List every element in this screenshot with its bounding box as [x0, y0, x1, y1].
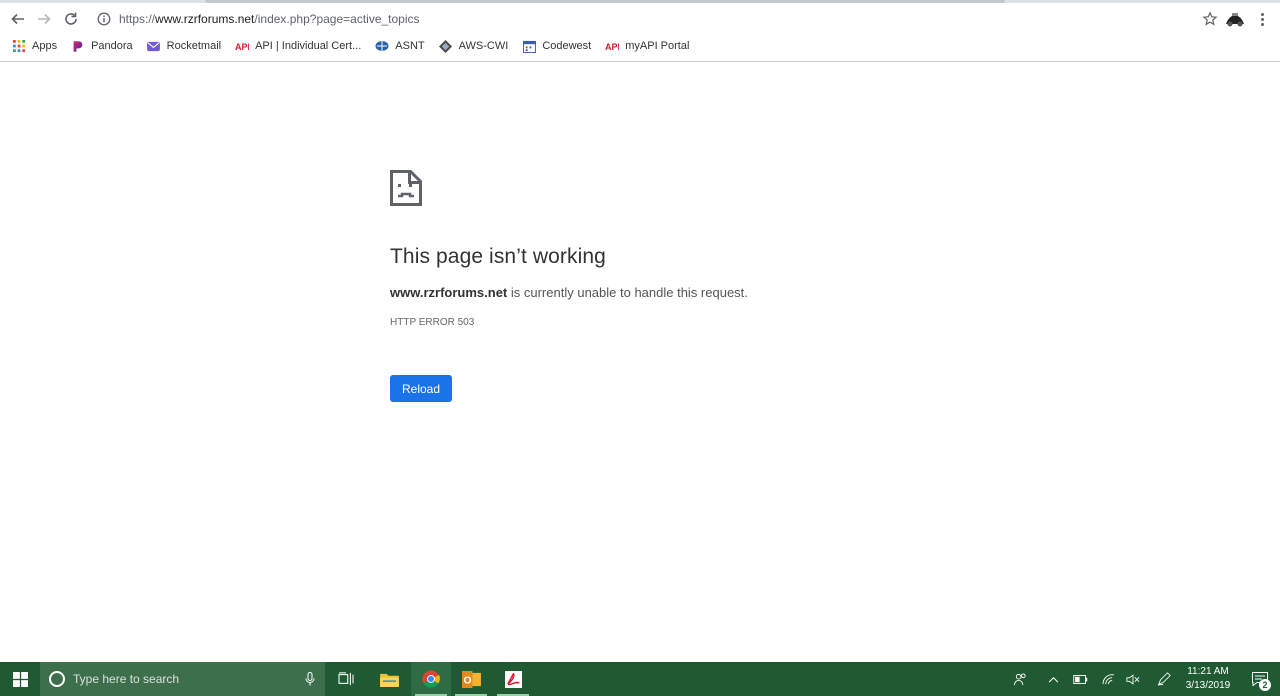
bookmark-label: myAPI Portal [625, 40, 690, 52]
profile-avatar-icon[interactable] [1224, 10, 1246, 28]
error-message: www.rzrforums.net is currently unable to… [390, 285, 748, 300]
refresh-icon [65, 12, 77, 25]
bookmark-star-icon[interactable] [1202, 11, 1218, 27]
taskbar-clock[interactable]: 11:21 AM 3/13/2019 [1180, 665, 1236, 693]
svg-text:O: O [463, 675, 471, 686]
start-button[interactable] [0, 662, 40, 696]
windows-taskbar: Type here to search O 11:21 AM 3/13/2019… [0, 662, 1280, 696]
task-view-icon [338, 672, 354, 686]
browser-chrome: https://www.rzrforums.net/index.php?page… [0, 0, 1280, 62]
chrome-taskbar-button[interactable] [411, 662, 451, 696]
chevron-up-icon [1048, 676, 1058, 682]
bookmark-api-individual-cert[interactable]: API API | Individual Cert... [235, 39, 361, 53]
reload-browser-button[interactable] [59, 7, 83, 31]
bookmark-codewest[interactable]: Codewest [522, 39, 591, 53]
notification-count-badge: 2 [1259, 679, 1271, 691]
active-tab-edge[interactable] [205, 0, 1005, 3]
chrome-icon [422, 670, 440, 688]
svg-text:API: API [605, 42, 619, 51]
clock-time: 11:21 AM [1187, 666, 1229, 677]
show-hidden-icons-button[interactable] [1043, 662, 1063, 696]
bookmark-label: AWS-CWI [458, 40, 509, 52]
mail-icon [147, 39, 161, 53]
bookmark-label: Rocketmail [166, 40, 222, 52]
sad-page-icon [390, 170, 422, 206]
battery-icon [1072, 674, 1087, 684]
outlook-icon: O [461, 670, 481, 688]
address-bar[interactable]: https://www.rzrforums.net/index.php?page… [92, 7, 1218, 31]
url-text[interactable]: https://www.rzrforums.net/index.php?page… [119, 12, 420, 26]
pandora-icon [71, 39, 85, 53]
forward-arrow-icon [38, 13, 51, 25]
api-logo-icon: API [235, 39, 250, 53]
calendar-icon [522, 39, 536, 53]
volume-muted-icon [1126, 673, 1140, 685]
action-center-button[interactable]: 2 [1240, 662, 1280, 696]
bookmark-myapi-portal[interactable]: API myAPI Portal [605, 39, 689, 53]
people-icon [1013, 672, 1026, 685]
acrobat-pdf-icon [504, 670, 522, 688]
apps-grid-icon [12, 39, 26, 53]
bookmark-rocketmail[interactable]: Rocketmail [147, 39, 221, 53]
svg-text:API: API [235, 42, 249, 51]
network-tray-button[interactable] [1096, 662, 1120, 696]
windows-logo-icon [12, 671, 28, 687]
people-tray-button[interactable] [1008, 662, 1032, 696]
cortana-icon[interactable] [49, 671, 65, 687]
reload-button[interactable]: Reload [390, 375, 452, 402]
menu-kebab-icon[interactable] [1254, 10, 1270, 28]
pen-icon [1157, 672, 1171, 686]
bookmark-asnt[interactable]: ASNT [375, 39, 425, 53]
forward-button[interactable] [32, 7, 56, 31]
error-message-text: is currently unable to handle this reque… [507, 285, 748, 300]
url-path: /index.php?page=active_topics [254, 12, 420, 26]
tab-strip [0, 0, 1280, 3]
error-title: This page isn’t working [390, 245, 606, 268]
bookmark-label: ASNT [395, 40, 425, 52]
site-info-icon[interactable] [97, 12, 111, 26]
outlook-taskbar-button[interactable]: O [451, 662, 491, 696]
aws-logo-icon [439, 39, 453, 53]
folder-icon [379, 673, 399, 687]
bookmark-aws-cwi[interactable]: AWS-CWI [439, 39, 509, 53]
clock-date: 3/13/2019 [1185, 680, 1231, 691]
bookmarks-bar: Apps Pandora Rocketmail API API | Indivi… [0, 36, 703, 56]
volume-tray-button[interactable] [1122, 662, 1144, 696]
url-host: www.rzrforums.net [155, 12, 255, 26]
bookmark-label: API | Individual Cert... [255, 40, 362, 52]
acrobat-taskbar-button[interactable] [493, 662, 533, 696]
api-logo-icon: API [605, 39, 620, 53]
bookmark-pandora[interactable]: Pandora [71, 39, 133, 53]
microphone-icon[interactable] [305, 672, 315, 686]
battery-tray-button[interactable] [1068, 662, 1092, 696]
bookmark-label: Apps [32, 40, 58, 52]
error-code: HTTP ERROR 503 [390, 317, 475, 328]
bookmark-apps[interactable]: Apps [12, 39, 57, 53]
asnt-logo-icon [375, 39, 389, 53]
bookmark-label: Pandora [91, 40, 133, 52]
browser-toolbar: https://www.rzrforums.net/index.php?page… [0, 4, 1280, 34]
back-arrow-icon [11, 13, 24, 25]
file-explorer-button[interactable] [369, 662, 409, 696]
pen-workspace-button[interactable] [1152, 662, 1176, 696]
task-view-button[interactable] [326, 662, 366, 696]
error-host: www.rzrforums.net [390, 285, 508, 300]
taskbar-search-box[interactable]: Type here to search [40, 662, 325, 696]
search-placeholder: Type here to search [73, 672, 180, 686]
wifi-icon [1102, 673, 1114, 684]
url-prefix: https:// [119, 12, 156, 26]
bookmark-label: Codewest [542, 40, 592, 52]
back-button[interactable] [6, 7, 30, 31]
